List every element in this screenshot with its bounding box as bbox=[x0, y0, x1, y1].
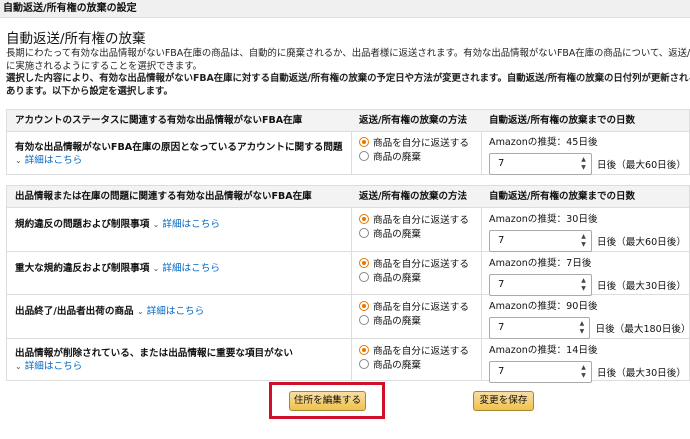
chevron-down-icon: ⌄ bbox=[152, 264, 160, 273]
chevron-down-icon: ⌄ bbox=[15, 156, 22, 165]
radio-unselected-icon bbox=[359, 359, 369, 369]
days-stepper[interactable]: 7 ▲ ▼ bbox=[489, 274, 592, 296]
learn-more-link[interactable]: ⌄ 詳細はこちら bbox=[15, 361, 82, 372]
radio-unselected-icon bbox=[359, 272, 369, 282]
dispose-radio[interactable]: 商品の廃棄 bbox=[359, 313, 469, 327]
table-row: 重大な規約違反および制限事項 ⌄ 詳細はこちら 商品を自分に返送する 商品の廃棄 … bbox=[7, 252, 689, 296]
row-title: 規約違反の問題および制限事項 ⌄ 詳細はこちら bbox=[15, 219, 220, 230]
learn-more-link[interactable]: ⌄ 詳細はこちら bbox=[153, 219, 220, 230]
disposal-method-radio-group: 商品を自分に返送する 商品の廃棄 bbox=[359, 343, 469, 371]
column-header: アカウントのステータスに関連する有効な出品情報がないFBA在庫 bbox=[15, 115, 303, 126]
edit-address-button[interactable]: 住所を編集する bbox=[289, 391, 366, 411]
disposal-method-radio-group: 商品を自分に返送する 商品の廃棄 bbox=[359, 212, 469, 240]
days-setting: Amazonの推奨：14日後 7 ▲ ▼ 日後（最大30日後） bbox=[489, 344, 686, 383]
section-title: 自動返送/所有権の放棄 bbox=[6, 31, 146, 47]
days-stepper[interactable]: 7 ▲ ▼ bbox=[489, 361, 592, 383]
return-radio[interactable]: 商品を自分に返送する bbox=[359, 135, 469, 149]
days-setting: Amazonの推奨：7日後 7 ▲ ▼ 日後（最大30日後） bbox=[489, 257, 686, 296]
radio-unselected-icon bbox=[359, 228, 369, 238]
amazon-recommendation: Amazonの推奨：14日後 bbox=[489, 345, 598, 356]
table-row: 出品終了/出品者出荷の商品 ⌄ 詳細はこちら 商品を自分に返送する 商品の廃棄 A… bbox=[7, 295, 690, 339]
step-down-icon[interactable]: ▼ bbox=[577, 329, 586, 335]
save-changes-button[interactable]: 変更を保存 bbox=[473, 391, 534, 411]
days-setting: Amazonの推奨：45日後 7 ▲ ▼ 日後（最大60日後） bbox=[489, 136, 686, 175]
disposal-method-radio-group: 商品を自分に返送する 商品の廃棄 bbox=[359, 135, 469, 163]
desc-line-1: 長期にわたって有効な出品情報がないFBA在庫の商品は、自動的に廃棄されるか、出品… bbox=[6, 48, 690, 59]
radio-unselected-icon bbox=[359, 151, 369, 161]
learn-more-link[interactable]: ⌄ 詳細はこちら bbox=[137, 306, 204, 317]
page-header: 自動返送/所有権の放棄の設定 bbox=[0, 0, 690, 18]
table-header: アカウントのステータスに関連する有効な出品情報がないFBA在庫 返送/所有権の放… bbox=[7, 110, 689, 132]
desc-line-4: あります。以下から設定を選択します。 bbox=[6, 85, 173, 97]
column-header: 返送/所有権の放棄の方法 bbox=[359, 115, 467, 126]
step-up-icon[interactable]: ▲ bbox=[579, 234, 588, 240]
chevron-down-icon: ⌄ bbox=[152, 220, 160, 229]
step-down-icon[interactable]: ▼ bbox=[579, 165, 588, 171]
radio-unselected-icon bbox=[359, 315, 369, 325]
column-header: 返送/所有権の放棄の方法 bbox=[359, 191, 467, 202]
amazon-recommendation: Amazonの推奨：45日後 bbox=[489, 137, 598, 148]
return-radio[interactable]: 商品を自分に返送する bbox=[359, 343, 469, 357]
radio-selected-icon bbox=[359, 214, 369, 224]
chevron-down-icon: ⌄ bbox=[136, 307, 144, 316]
disposal-method-radio-group: 商品を自分に返送する 商品の廃棄 bbox=[359, 299, 469, 327]
row-title: 有効な出品情報がないFBA在庫の原因となっているアカウントに関する問題 bbox=[15, 142, 343, 153]
days-stepper[interactable]: 7 ▲ ▼ bbox=[489, 230, 592, 252]
disposal-method-radio-group: 商品を自分に返送する 商品の廃棄 bbox=[359, 256, 469, 284]
radio-selected-icon bbox=[359, 301, 369, 311]
radio-selected-icon bbox=[359, 258, 369, 268]
days-setting: Amazonの推奨：90日後 7 ▲ ▼ 日後（最大180日後） bbox=[489, 300, 690, 339]
days-setting: Amazonの推奨：30日後 7 ▲ ▼ 日後（最大60日後） bbox=[489, 213, 686, 252]
dispose-radio[interactable]: 商品の廃棄 bbox=[359, 357, 469, 371]
chevron-down-icon: ⌄ bbox=[15, 362, 22, 371]
row-title: 重大な規約違反および制限事項 ⌄ 詳細はこちら bbox=[15, 263, 220, 274]
account-status-table: アカウントのステータスに関連する有効な出品情報がないFBA在庫 返送/所有権の放… bbox=[6, 109, 690, 175]
row-title: 出品終了/出品者出荷の商品 ⌄ 詳細はこちら bbox=[15, 306, 205, 317]
step-down-icon[interactable]: ▼ bbox=[579, 242, 588, 248]
days-suffix: 日後（最大180日後） bbox=[595, 324, 690, 335]
dispose-radio[interactable]: 商品の廃棄 bbox=[359, 149, 469, 163]
column-header: 自動返送/所有権の放棄までの日数 bbox=[489, 191, 635, 202]
amazon-recommendation: Amazonの推奨：30日後 bbox=[489, 214, 598, 225]
days-suffix: 日後（最大30日後） bbox=[597, 368, 686, 379]
desc-line-2: に実施されるようにすることを選択できます。 bbox=[6, 60, 203, 72]
days-suffix: 日後（最大60日後） bbox=[597, 237, 686, 248]
step-down-icon[interactable]: ▼ bbox=[579, 373, 588, 379]
desc-line-3: 選択した内容により、有効な出品情報がないFBA在庫に対する自動返送/所有権の放棄… bbox=[6, 73, 690, 84]
radio-selected-icon bbox=[359, 137, 369, 147]
step-up-icon[interactable]: ▲ bbox=[579, 157, 588, 163]
days-stepper[interactable]: 7 ▲ ▼ bbox=[489, 317, 591, 339]
step-up-icon[interactable]: ▲ bbox=[579, 278, 588, 284]
table-header: 出品情報または在庫の問題に関連する有効な出品情報がないFBA在庫 返送/所有権の… bbox=[7, 186, 689, 208]
dispose-radio[interactable]: 商品の廃棄 bbox=[359, 226, 469, 240]
return-radio[interactable]: 商品を自分に返送する bbox=[359, 212, 469, 226]
step-down-icon[interactable]: ▼ bbox=[579, 286, 588, 292]
column-header: 自動返送/所有権の放棄までの日数 bbox=[489, 115, 635, 126]
section-description: 長期にわたって有効な出品情報がないFBA在庫の商品は、自動的に廃棄されるか、出品… bbox=[6, 48, 690, 98]
column-header: 出品情報または在庫の問題に関連する有効な出品情報がないFBA在庫 bbox=[15, 191, 312, 202]
dispose-radio[interactable]: 商品の廃棄 bbox=[359, 270, 469, 284]
table-row: 有効な出品情報がないFBA在庫の原因となっているアカウントに関する問題 ⌄ 詳細は… bbox=[7, 132, 689, 175]
days-suffix: 日後（最大60日後） bbox=[597, 160, 686, 171]
radio-selected-icon bbox=[359, 345, 369, 355]
step-up-icon[interactable]: ▲ bbox=[579, 365, 588, 371]
learn-more-link[interactable]: ⌄ 詳細はこちら bbox=[153, 263, 220, 274]
return-radio[interactable]: 商品を自分に返送する bbox=[359, 299, 469, 313]
table-row: 出品情報が削除されている、または出品情報に重要な項目がない ⌄ 詳細はこちら 商品… bbox=[7, 339, 689, 383]
listing-issue-table: 出品情報または在庫の問題に関連する有効な出品情報がないFBA在庫 返送/所有権の… bbox=[6, 185, 690, 383]
amazon-recommendation: Amazonの推奨：90日後 bbox=[489, 301, 598, 312]
return-radio[interactable]: 商品を自分に返送する bbox=[359, 256, 469, 270]
row-title: 出品情報が削除されている、または出品情報に重要な項目がない bbox=[15, 348, 293, 359]
learn-more-link[interactable]: ⌄ 詳細はこちら bbox=[15, 155, 82, 166]
amazon-recommendation: Amazonの推奨：7日後 bbox=[489, 258, 592, 269]
table-row: 規約違反の問題および制限事項 ⌄ 詳細はこちら 商品を自分に返送する 商品の廃棄 … bbox=[7, 208, 689, 252]
days-stepper[interactable]: 7 ▲ ▼ bbox=[489, 153, 592, 175]
step-up-icon[interactable]: ▲ bbox=[577, 321, 586, 327]
days-suffix: 日後（最大30日後） bbox=[597, 281, 686, 292]
